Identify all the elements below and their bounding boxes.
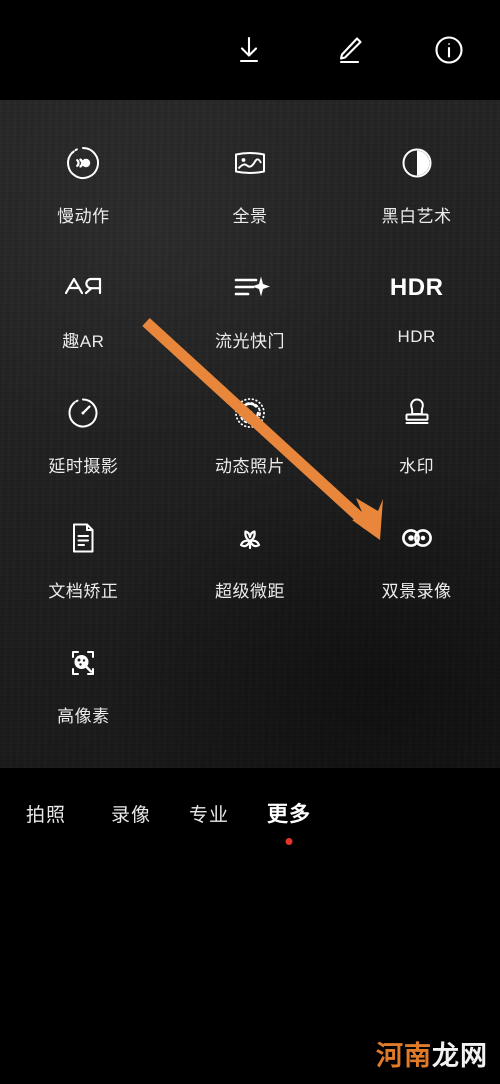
light-painting-icon: [227, 265, 273, 311]
edit-icon[interactable]: [318, 19, 380, 81]
download-icon[interactable]: [218, 19, 280, 81]
time-lapse-icon: [62, 390, 104, 436]
info-icon[interactable]: [418, 19, 480, 81]
mode-label: 双景录像: [381, 582, 452, 601]
super-macro-icon: [229, 515, 271, 561]
tab-label: 拍照: [25, 804, 66, 826]
active-tab-indicator: [285, 838, 293, 845]
mode-tab-bar: 拍照 录像 专业 更多: [0, 768, 500, 858]
ar-lens-icon: [60, 265, 106, 311]
mode-label: 文档矫正: [48, 582, 119, 601]
tab-more[interactable]: 更多: [248, 798, 330, 845]
mode-label: 全景: [232, 207, 268, 226]
mode-label: 趣AR: [62, 332, 105, 351]
mode-label: 动态照片: [214, 457, 285, 476]
site-watermark: 河南龙网: [376, 1043, 488, 1070]
mode-item-time-lapse[interactable]: 延时摄影: [0, 390, 167, 515]
slow-motion-icon: [62, 140, 104, 186]
mode-item-high-resolution[interactable]: 高像素: [0, 640, 167, 765]
tab-video[interactable]: 录像: [92, 800, 170, 827]
panorama-icon: [229, 140, 271, 186]
mode-grid: 慢动作 全景 黑白艺术 趣AR 流光快门 HDR HDR 延时摄影 动态照片 水…: [0, 100, 500, 765]
mode-item-dual-view-video[interactable]: 双景录像: [333, 515, 500, 640]
mode-item-watermark[interactable]: 水印: [333, 390, 500, 515]
live-photo-icon: [229, 390, 271, 436]
monochrome-icon: [396, 140, 438, 186]
more-modes-panel: 慢动作 全景 黑白艺术 趣AR 流光快门 HDR HDR 延时摄影 动态照片 水…: [0, 100, 500, 768]
mode-item-slow-motion[interactable]: 慢动作: [0, 140, 167, 265]
mode-item-monochrome[interactable]: 黑白艺术: [333, 140, 500, 265]
watermark-part-one: 河南: [376, 1041, 432, 1071]
high-resolution-icon: [62, 640, 104, 686]
mode-label: 黑白艺术: [381, 207, 452, 226]
mode-item-live-photo[interactable]: 动态照片: [167, 390, 334, 515]
mode-label: 高像素: [57, 707, 110, 726]
mode-item-document-correction[interactable]: 文档矫正: [0, 515, 167, 640]
top-toolbar: [0, 0, 500, 100]
mode-label: HDR: [397, 327, 436, 346]
hdr-icon: HDR: [389, 274, 444, 301]
mode-label: 超级微距: [214, 582, 285, 601]
mode-item-hdr[interactable]: HDR HDR: [333, 265, 500, 390]
mode-item-ar[interactable]: 趣AR: [0, 265, 167, 390]
mode-label: 延时摄影: [48, 457, 119, 476]
mode-item-panorama[interactable]: 全景: [167, 140, 334, 265]
tab-label: 更多: [267, 803, 311, 826]
document-correction-icon: [62, 515, 104, 561]
watermark-part-two: 龙网: [432, 1041, 488, 1071]
mode-label: 水印: [399, 457, 435, 476]
tab-photo[interactable]: 拍照: [0, 800, 92, 827]
tab-label: 录像: [110, 804, 151, 826]
mode-item-super-macro[interactable]: 超级微距: [167, 515, 334, 640]
mode-label: 慢动作: [57, 207, 110, 226]
tab-label: 专业: [188, 804, 229, 826]
dual-view-video-icon: [393, 515, 441, 561]
tab-pro[interactable]: 专业: [170, 800, 248, 827]
watermark-stamp-icon: [396, 390, 438, 436]
mode-label: 流光快门: [214, 332, 285, 351]
camera-app-screen: 慢动作 全景 黑白艺术 趣AR 流光快门 HDR HDR 延时摄影 动态照片 水…: [0, 0, 500, 1084]
mode-item-light-painting[interactable]: 流光快门: [167, 265, 334, 390]
